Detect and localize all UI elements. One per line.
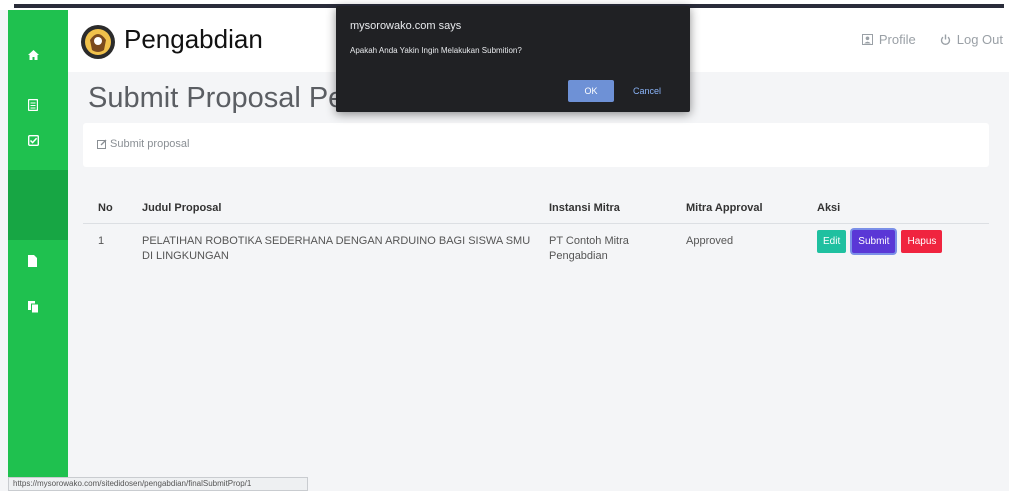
header-nav: Profile Log Out <box>861 32 1003 47</box>
sidebar-item-proposal[interactable] <box>8 90 68 120</box>
ok-button[interactable]: OK <box>568 80 614 102</box>
cell-actions: Edit Submit Hapus <box>817 230 987 253</box>
edit-icon <box>97 139 107 149</box>
edit-button[interactable]: Edit <box>817 230 847 253</box>
col-header-no: No <box>98 202 113 214</box>
brand-title: Pengabdian <box>124 24 263 54</box>
dialog-message: Apakah Anda Yakin Ingin Melakukan Submit… <box>350 46 522 55</box>
sidebar-item-submit[interactable] <box>8 125 68 155</box>
proposal-table: No Judul Proposal Instansi Mitra Mitra A… <box>83 190 989 274</box>
logout-label: Log Out <box>956 32 1003 47</box>
col-header-aksi: Aksi <box>817 202 841 214</box>
file-icon <box>28 255 37 267</box>
dialog-title: mysorowako.com says <box>350 20 462 32</box>
breadcrumb-card: Submit proposal <box>83 123 989 167</box>
check-square-icon <box>28 134 39 146</box>
sidebar-item-document[interactable] <box>8 246 68 276</box>
home-icon <box>28 50 39 60</box>
breadcrumb: Submit proposal <box>97 138 190 150</box>
table-row: 1 PELATIHAN ROBOTIKA SEDERHANA DENGAN AR… <box>83 224 989 274</box>
confirm-dialog: mysorowako.com says Apakah Anda Yakin In… <box>336 6 690 112</box>
logout-link[interactable]: Log Out <box>940 32 1003 47</box>
page-title: Submit Proposal Pe <box>88 82 345 114</box>
submit-button[interactable]: Submit <box>852 230 896 253</box>
sidebar <box>8 10 68 491</box>
sidebar-item-copy[interactable] <box>8 292 68 322</box>
cell-judul: PELATIHAN ROBOTIKA SEDERHANA DENGAN ARDU… <box>142 235 531 262</box>
power-icon <box>940 34 950 45</box>
cell-no: 1 <box>98 235 105 247</box>
cell-instansi: PT Contoh Mitra Pengabdian <box>549 235 629 262</box>
cancel-button[interactable]: Cancel <box>624 80 670 102</box>
col-header-judul: Judul Proposal <box>142 202 222 214</box>
cell-approval: Approved <box>686 235 734 247</box>
breadcrumb-label: Submit proposal <box>110 138 190 150</box>
university-logo-icon <box>81 25 115 59</box>
sidebar-item-home[interactable] <box>8 40 68 70</box>
col-header-approval: Mitra Approval <box>686 202 763 214</box>
browser-status-url: https://mysorowako.com/sitedidosen/penga… <box>8 477 308 491</box>
copy-icon <box>28 301 39 313</box>
file-text-icon <box>28 99 38 111</box>
profile-link[interactable]: Profile <box>861 32 916 47</box>
table-header: No Judul Proposal Instansi Mitra Mitra A… <box>83 190 989 224</box>
sidebar-active-block <box>8 170 68 240</box>
col-header-instansi: Instansi Mitra <box>549 202 620 214</box>
profile-label: Profile <box>878 32 916 47</box>
delete-button[interactable]: Hapus <box>901 230 943 253</box>
user-icon <box>861 34 873 45</box>
